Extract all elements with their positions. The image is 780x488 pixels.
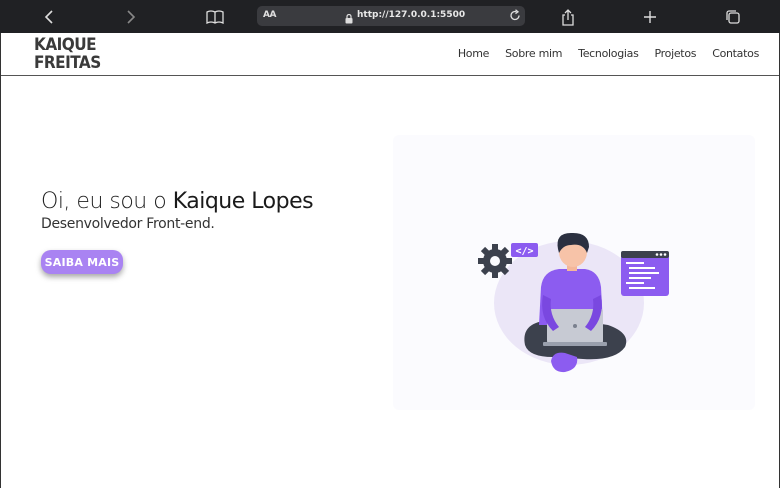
text-size-button[interactable]: AA [263,10,276,20]
share-icon[interactable] [559,8,577,26]
nav-contatos[interactable]: Contatos [712,47,759,60]
nav-tecnologias[interactable]: Tecnologias [578,47,639,60]
saiba-mais-button[interactable]: SAIBA MAIS [41,250,123,274]
forward-icon[interactable] [122,8,140,26]
nav-home[interactable]: Home [458,47,490,60]
developer-illustration: </> [478,232,669,373]
nav-projetos[interactable]: Projetos [655,47,697,60]
tabs-overview-icon[interactable] [724,8,742,26]
logo-line-1: KAIQUE [34,35,97,55]
back-icon[interactable] [40,8,58,26]
site-header: KAIQUE FREITAS Home Sobre mim Tecnologia… [1,33,779,76]
browser-toolbar: AA http://127.0.0.1:5500 [0,0,780,33]
code-tag-icon: </> [511,243,538,257]
lock-icon [345,11,353,29]
new-tab-plus-icon[interactable] [641,8,659,26]
nav-sobre-mim[interactable]: Sobre mim [505,47,562,60]
logo-line-2: FREITAS [34,53,101,73]
hero-section: Oi, eu sou o Kaique Lopes Desenvolvedor … [41,189,314,274]
gear-icon [478,244,512,278]
hero-title-name: Kaique Lopes [172,189,314,214]
reader-book-icon[interactable] [206,8,224,26]
svg-text:</>: </> [515,246,533,257]
reload-icon[interactable] [509,9,521,27]
hero-illustration: </> [393,135,755,410]
hero-title-prefix: Oi, eu sou o [41,189,173,214]
code-window-icon [621,251,669,296]
hero-subtitle: Desenvolvedor Front-end. [41,216,215,232]
website-viewport: KAIQUE FREITAS Home Sobre mim Tecnologia… [0,33,780,488]
logo[interactable]: KAIQUE FREITAS [34,35,101,73]
hero-title: Oi, eu sou o Kaique Lopes [41,189,314,214]
main-nav: Home Sobre mim Tecnologias Projetos Cont… [458,47,759,60]
url-text: http://127.0.0.1:5500 [357,10,466,20]
address-bar[interactable]: AA http://127.0.0.1:5500 [257,6,525,26]
